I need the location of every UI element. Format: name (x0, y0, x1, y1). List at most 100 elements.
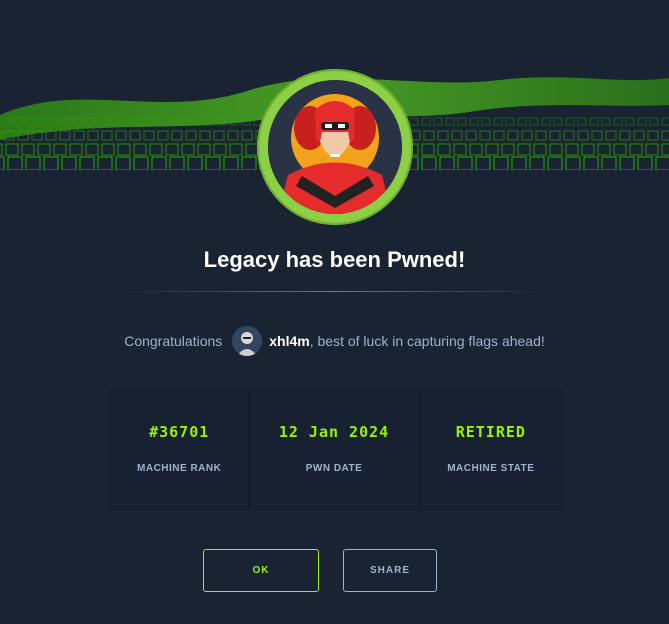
machine-state-label: MACHINE STATE (447, 463, 535, 474)
banner-cube (479, 130, 491, 141)
machine-avatar (257, 69, 413, 225)
banner-cube (493, 156, 509, 170)
banner-cube (149, 143, 163, 156)
banner-cube (199, 130, 211, 141)
banner-cube (115, 130, 127, 141)
banner-cube (619, 130, 631, 141)
banner-cube (21, 143, 35, 156)
banner-cube (565, 143, 579, 156)
banner-cube (171, 130, 183, 141)
banner-cube (241, 156, 257, 170)
banner-cube (213, 143, 227, 156)
banner-cube (223, 156, 239, 170)
banner-cube (457, 117, 467, 126)
banner-cube (0, 143, 3, 156)
banner-cube (637, 117, 647, 126)
banner-cube (43, 156, 59, 170)
banner-cube (637, 156, 653, 170)
banner-cube (421, 156, 437, 170)
banner-cube (117, 143, 131, 156)
banner-cube (563, 130, 575, 141)
banner-cube (661, 143, 669, 156)
banner-cube (421, 117, 431, 126)
machine-rank-value: #36701 (149, 423, 210, 441)
banner-cube (647, 130, 659, 141)
banner-cube (613, 117, 623, 126)
banner-cube (625, 117, 635, 126)
banner-cube (143, 130, 155, 141)
pwn-date-value: 12 Jan 2024 (278, 423, 390, 441)
banner-cube (613, 143, 627, 156)
banner-cube (453, 143, 467, 156)
banner-cube (205, 156, 221, 170)
banner-cube (581, 143, 595, 156)
banner-cube (517, 143, 531, 156)
banner-cube (661, 130, 669, 141)
banner-cube (5, 143, 19, 156)
banner-cube (165, 143, 179, 156)
banner-cube (437, 143, 451, 156)
banner-cube (541, 117, 551, 126)
banner-cube (79, 156, 95, 170)
banner-cube (59, 130, 71, 141)
ok-button[interactable]: OK (203, 549, 319, 592)
share-button[interactable]: SHARE (343, 549, 437, 592)
banner-cube (133, 156, 149, 170)
banner-cube (157, 130, 169, 141)
banner-cube (511, 156, 527, 170)
title-divider (118, 291, 551, 292)
banner-cube (409, 117, 419, 126)
pwn-date-label: PWN DATE (305, 463, 363, 474)
banner-cube (605, 130, 617, 141)
banner-cube (583, 156, 599, 170)
banner-cube (437, 130, 449, 141)
congrats-message: Congratulations xhl4m , best of luck in … (0, 326, 669, 356)
banner-cube (129, 130, 141, 141)
stat-machine-rank: #36701 MACHINE RANK (110, 390, 250, 509)
machine-state-value: RETIRED (455, 423, 526, 441)
banner-cube (445, 117, 455, 126)
banner-cube (505, 117, 515, 126)
banner-cube (457, 156, 473, 170)
banner-cube (619, 156, 635, 170)
banner-cube (433, 117, 443, 126)
user-avatar (232, 326, 263, 356)
banner-cube (485, 143, 499, 156)
banner-cube (69, 143, 83, 156)
banner-cube (501, 143, 515, 156)
banner-cube (133, 143, 147, 156)
user-avatar-icon (232, 326, 263, 356)
banner-cube (187, 156, 203, 170)
banner-cube (481, 117, 491, 126)
banner-cube (151, 156, 167, 170)
banner-cube (181, 143, 195, 156)
banner-cube (185, 130, 197, 141)
banner-cube (553, 117, 563, 126)
banner-cube (53, 143, 67, 156)
banner-cube (421, 143, 435, 156)
banner-cube (493, 117, 503, 126)
banner-cube (61, 156, 77, 170)
banner-cube (423, 130, 435, 141)
banner-cube (73, 130, 85, 141)
banner-cube (229, 143, 243, 156)
banner-cube (97, 156, 113, 170)
banner-cube (661, 117, 669, 126)
banner-cube (87, 130, 99, 141)
banner-cube (101, 143, 115, 156)
username[interactable]: xhl4m (269, 333, 309, 349)
machine-rank-label: MACHINE RANK (137, 463, 222, 474)
banner-cube (589, 117, 599, 126)
banner-cube (601, 156, 617, 170)
banner-cube (0, 156, 5, 170)
banner-cube (565, 117, 575, 126)
hooded-figure-icon (268, 80, 402, 214)
banner-cube (577, 130, 589, 141)
banner-cube (451, 130, 463, 141)
banner-cube (25, 156, 41, 170)
banner-cube (475, 156, 491, 170)
banner-cube (549, 143, 563, 156)
banner-cube (241, 130, 253, 141)
banner-cube (529, 117, 539, 126)
banner-cube (493, 130, 505, 141)
